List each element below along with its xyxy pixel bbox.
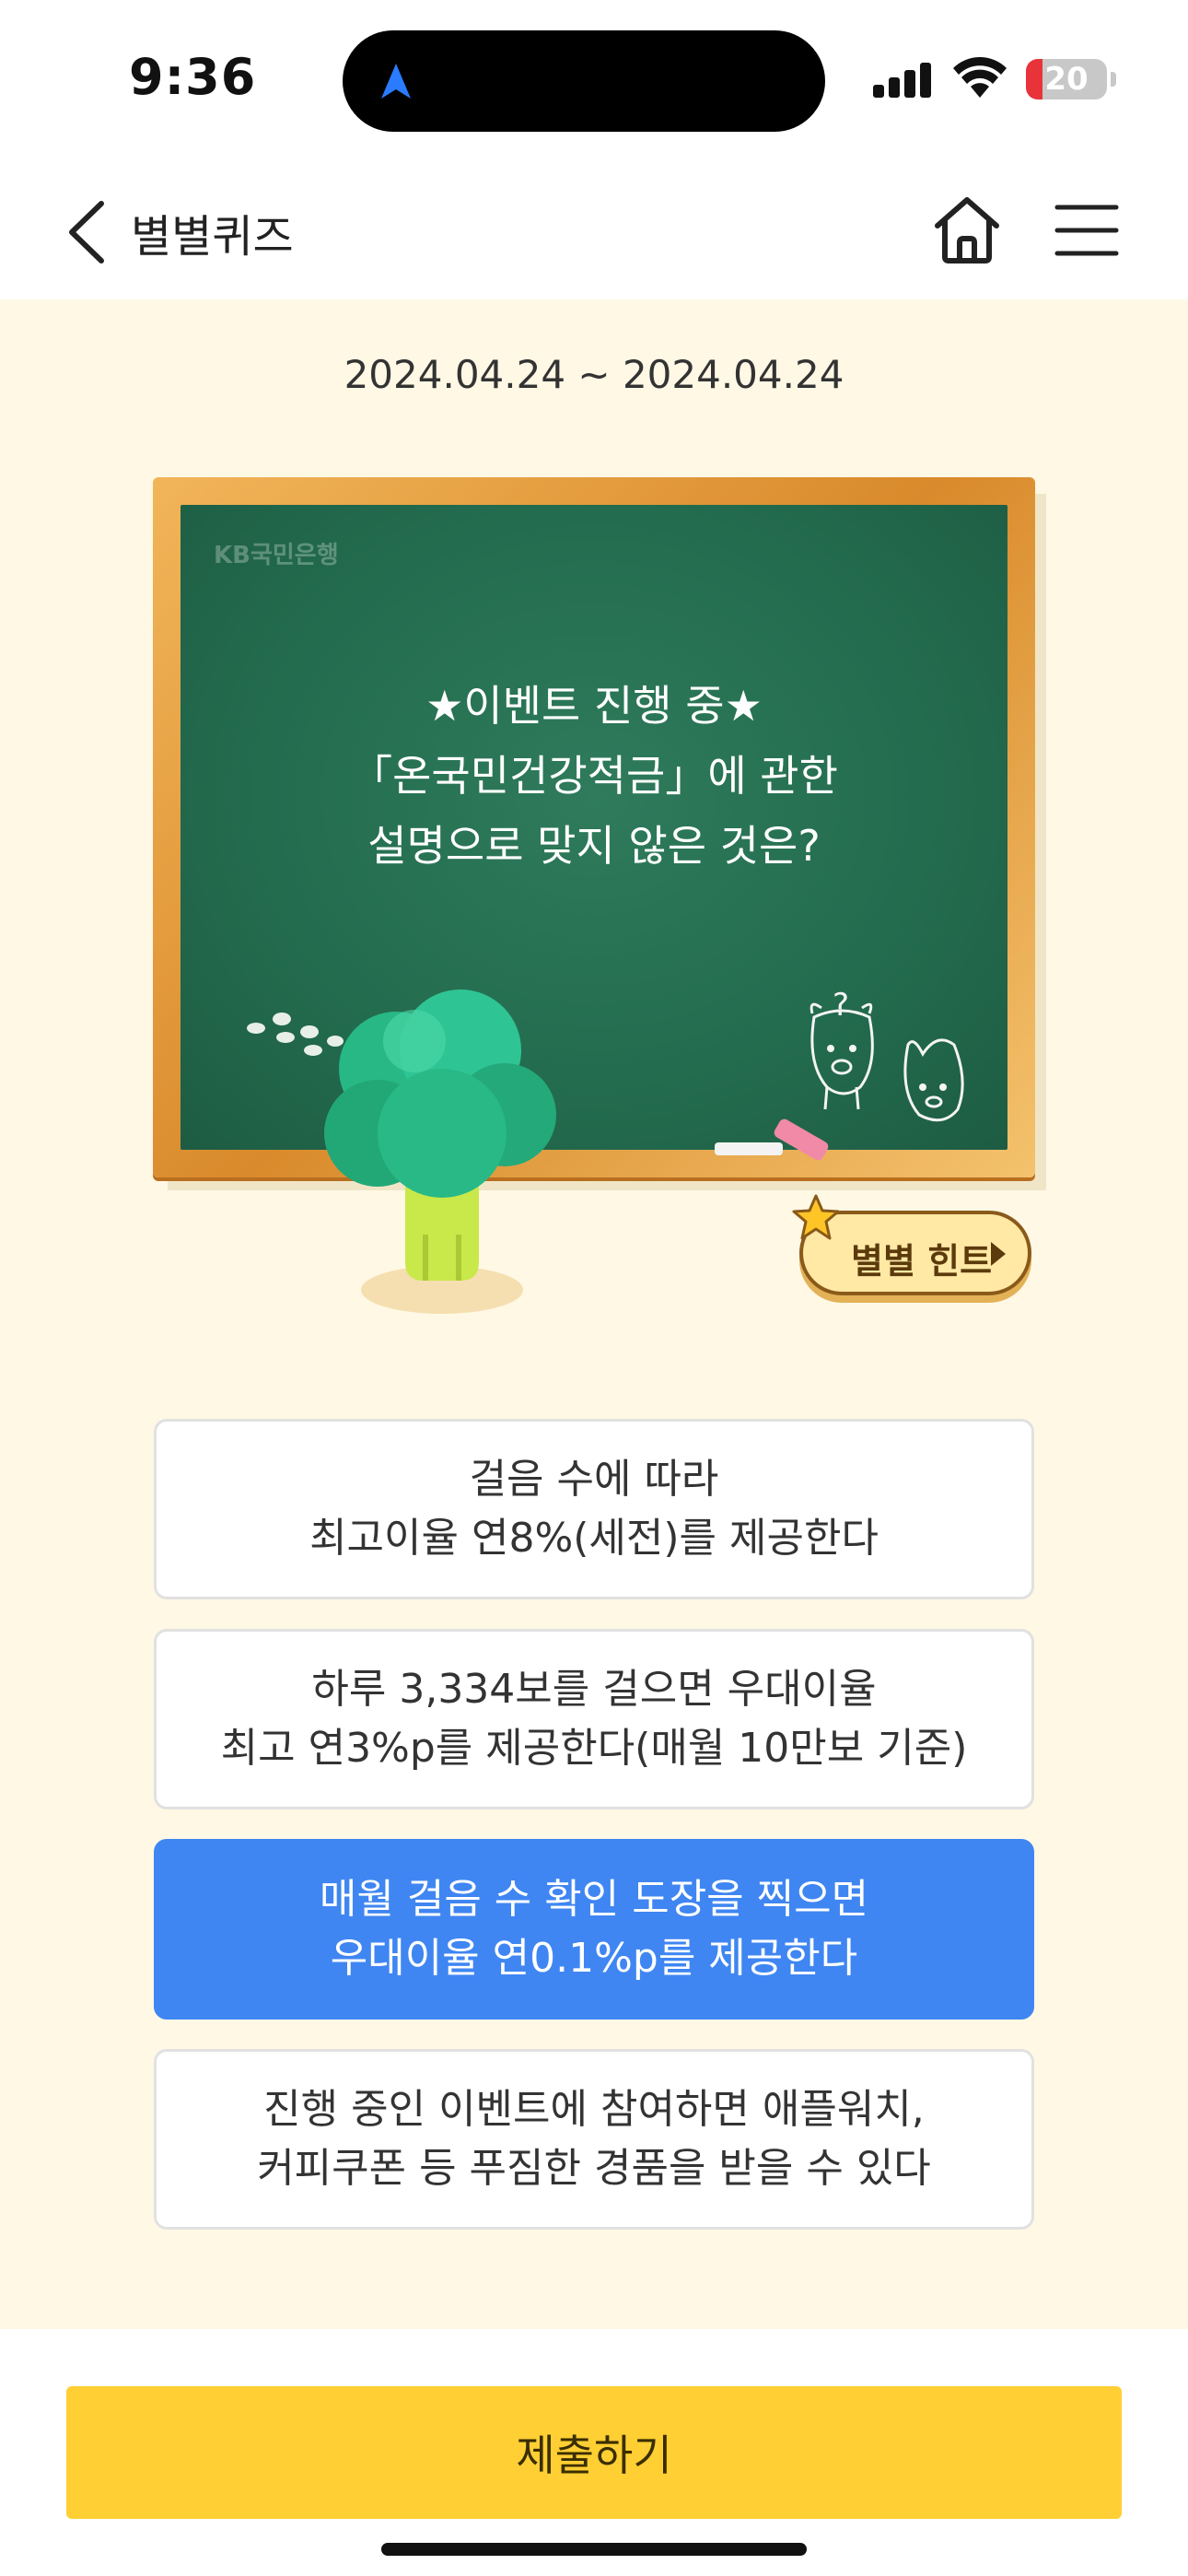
answer-option-3[interactable]: 매월 걸음 수 확인 도장을 찍으면 우대이율 연0.1%p를 제공한다 xyxy=(154,1839,1034,2020)
option-2-line-1: 하루 3,334보를 걸으면 우대이율 xyxy=(311,1666,877,1713)
answer-option-4[interactable]: 진행 중인 이벤트에 참여하면 애플워치, 커피쿠폰 등 푸짐한 경품을 받을 … xyxy=(154,2049,1034,2230)
answer-option-2[interactable]: 하루 3,334보를 걸으면 우대이율 최고 연3%p를 제공한다(매월 10만… xyxy=(154,1629,1034,1809)
quiz-question: ★이벤트 진행 중★ 「온국민건강적금」에 관한 설명으로 맞지 않은 것은? xyxy=(181,671,1007,881)
option-3-line-1: 매월 걸음 수 확인 도장을 찍으면 xyxy=(319,1876,869,1923)
navigation-arrow-icon xyxy=(381,64,411,99)
event-date-range: 2024.04.24 ~ 2024.04.24 xyxy=(344,352,844,397)
option-4-line-2: 커피쿠폰 등 푸짐한 경품을 받을 수 있다 xyxy=(257,2145,931,2192)
battery-percent: 20 xyxy=(1044,61,1089,98)
page-title: 별별퀴즈 xyxy=(131,211,294,263)
home-indicator xyxy=(381,2543,807,2556)
battery-nub xyxy=(1111,72,1116,87)
svg-text:?: ? xyxy=(833,987,849,1024)
chalk-doodle-characters-icon: ? xyxy=(809,987,964,1122)
play-arrow-icon xyxy=(991,1242,1006,1266)
option-text: 진행 중인 이벤트에 참여하면 애플워치, 커피쿠폰 등 푸짐한 경품을 받을 … xyxy=(257,2080,931,2198)
question-line-2: 「온국민건강적금」에 관한 xyxy=(350,751,838,801)
answer-option-1[interactable]: 걸음 수에 따라 최고이율 연8%(세전)를 제공한다 xyxy=(154,1419,1034,1599)
battery-icon: 20 xyxy=(1026,59,1107,100)
board-logo: KB국민은행 xyxy=(214,542,339,569)
option-1-line-1: 걸음 수에 따라 xyxy=(469,1456,719,1503)
option-text: 걸음 수에 따라 최고이율 연8%(세전)를 제공한다 xyxy=(309,1450,879,1568)
status-time: 9:36 xyxy=(129,48,257,106)
white-chalk xyxy=(715,1142,783,1155)
option-4-line-1: 진행 중인 이벤트에 참여하면 애플워치, xyxy=(263,2086,925,2133)
star-icon xyxy=(792,1194,840,1240)
bottom-bar: 제출하기 xyxy=(0,2329,1188,2576)
hint-button[interactable]: 별별 힌트 xyxy=(792,1194,1031,1295)
option-text: 하루 3,334보를 걸으면 우대이율 최고 연3%p를 제공한다(매월 10만… xyxy=(221,1660,968,1778)
status-bar: 9:36 20 xyxy=(0,0,1188,161)
broccoli-mascot-icon xyxy=(324,989,556,1314)
question-line-3: 설명으로 맞지 않은 것은? xyxy=(367,821,821,871)
hamburger-menu-icon[interactable] xyxy=(1054,202,1120,259)
option-1-line-2: 최고이율 연8%(세전)를 제공한다 xyxy=(309,1515,879,1562)
hint-label: 별별 힌트 xyxy=(851,1241,993,1282)
question-line-1: ★이벤트 진행 중★ xyxy=(425,681,763,731)
submit-button[interactable]: 제출하기 xyxy=(66,2386,1122,2519)
option-3-line-2: 우대이율 연0.1%p를 제공한다 xyxy=(330,1935,858,1982)
home-icon[interactable] xyxy=(930,193,1004,266)
option-2-line-2: 최고 연3%p를 제공한다(매월 10만보 기준) xyxy=(220,1725,968,1772)
nav-header: 별별퀴즈 xyxy=(0,161,1188,299)
wifi-icon xyxy=(953,57,1007,98)
back-chevron-icon[interactable] xyxy=(63,198,114,266)
dynamic-island xyxy=(343,30,825,132)
cellular-signal-icon xyxy=(873,63,931,98)
option-text: 매월 걸음 수 확인 도장을 찍으면 우대이율 연0.1%p를 제공한다 xyxy=(320,1870,868,1988)
